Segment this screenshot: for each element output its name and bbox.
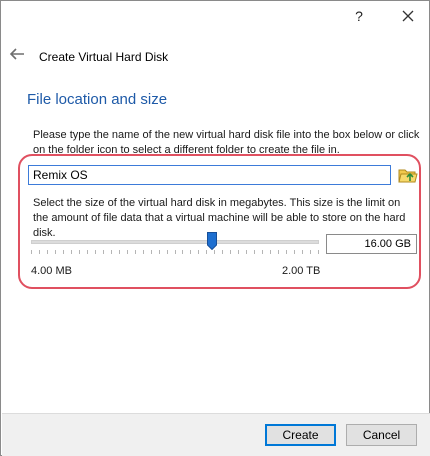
slider-track	[31, 240, 319, 244]
choose-folder-button[interactable]	[398, 166, 418, 184]
wizard-title: Create Virtual Hard Disk	[39, 50, 169, 64]
close-icon	[402, 10, 414, 22]
section-title: File location and size	[27, 91, 168, 108]
folder-icon	[398, 169, 418, 183]
slider-thumb[interactable]	[207, 232, 218, 251]
min-size-label: 4.00 MB	[31, 265, 72, 277]
size-input[interactable]	[326, 234, 417, 254]
create-button[interactable]: Create	[265, 424, 336, 446]
help-icon: ?	[355, 8, 363, 24]
help-button[interactable]: ?	[348, 5, 370, 27]
cancel-button[interactable]: Cancel	[346, 424, 417, 446]
slider-ticks	[31, 250, 319, 254]
back-arrow-icon	[9, 48, 24, 60]
back-button[interactable]	[9, 47, 27, 63]
file-name-input[interactable]	[28, 165, 391, 185]
dialog-window: ? Create Virtual Hard Disk File location…	[0, 0, 430, 456]
close-button[interactable]	[397, 5, 419, 27]
size-slider[interactable]	[31, 232, 319, 254]
max-size-label: 2.00 TB	[282, 265, 321, 277]
